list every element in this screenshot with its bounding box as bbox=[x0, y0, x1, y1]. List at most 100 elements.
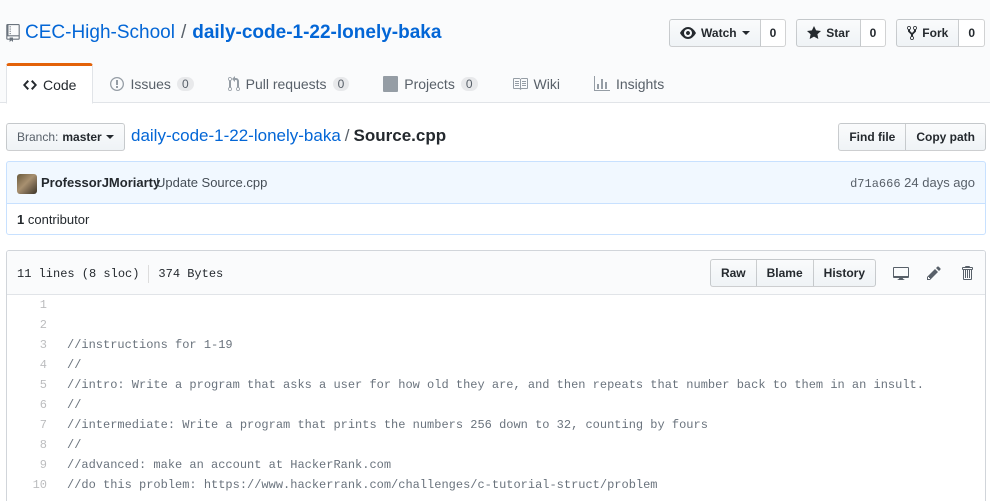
code-line: 2 bbox=[7, 315, 985, 335]
fork-count[interactable]: 0 bbox=[959, 19, 985, 47]
code-line: 6 // bbox=[7, 395, 985, 415]
file-line-count: 11 lines (8 sloc) bbox=[17, 267, 140, 281]
repo-nav: Code Issues 0 Pull requests 0 Projects 0… bbox=[6, 63, 681, 104]
contributor-label: contributor bbox=[27, 212, 90, 227]
tab-issues[interactable]: Issues 0 bbox=[93, 63, 210, 103]
tab-wiki[interactable]: Wiki bbox=[495, 63, 577, 103]
line-content: //intro: Write a program that asks a use… bbox=[67, 378, 924, 392]
line-number[interactable]: 9 bbox=[7, 458, 57, 472]
copy-path-button[interactable]: Copy path bbox=[906, 123, 986, 151]
repo-header: CEC-High-School / daily-code-1-22-lonely… bbox=[0, 0, 990, 104]
fork-button[interactable]: Fork bbox=[896, 19, 960, 47]
repo-title-separator: / bbox=[180, 22, 187, 43]
file-nav-buttons: Find file Copy path bbox=[838, 123, 986, 151]
line-number[interactable]: 3 bbox=[7, 338, 57, 352]
tab-insights[interactable]: Insights bbox=[577, 63, 681, 103]
code-line: 4 // bbox=[7, 355, 985, 375]
line-number[interactable]: 8 bbox=[7, 438, 57, 452]
line-content: //instructions for 1-19 bbox=[67, 338, 233, 352]
history-button[interactable]: History bbox=[813, 259, 876, 287]
code-line: 10 //do this problem: https://www.hackerr… bbox=[7, 475, 985, 495]
find-file-button[interactable]: Find file bbox=[838, 123, 907, 151]
file-info: 11 lines (8 sloc) 374 Bytes bbox=[17, 265, 223, 283]
line-number[interactable]: 7 bbox=[7, 418, 57, 432]
line-content: //do this problem: https://www.hackerran… bbox=[67, 478, 658, 492]
code-line: 7 //intermediate: Write a program that pr… bbox=[7, 415, 985, 435]
branch-select-button[interactable]: Branch: master bbox=[6, 123, 125, 151]
breadcrumb-file-name: Source.cpp bbox=[353, 126, 447, 145]
contributor-count: 1 bbox=[17, 212, 25, 227]
tab-code[interactable]: Code bbox=[6, 63, 94, 104]
file-viewer: 11 lines (8 sloc) 374 Bytes Raw Blame Hi… bbox=[6, 250, 986, 501]
line-number[interactable]: 10 bbox=[7, 478, 57, 492]
pull-requests-counter: 0 bbox=[332, 77, 350, 91]
commit-message-link[interactable]: Update Source.cpp bbox=[156, 175, 267, 190]
tab-projects-label: Projects bbox=[404, 76, 455, 92]
breadcrumb: daily-code-1-22-lonely-baka / Source.cpp bbox=[131, 126, 446, 146]
fork-group: Fork 0 bbox=[896, 19, 985, 47]
eye-icon bbox=[680, 27, 697, 39]
branch-name: master bbox=[62, 130, 102, 144]
repo-name-link[interactable]: daily-code-1-22-lonely-baka bbox=[192, 22, 441, 44]
fork-icon bbox=[907, 25, 918, 41]
issues-counter: 0 bbox=[176, 77, 194, 91]
commit-tease: ProfessorJMoriarty Update Source.cpp d71… bbox=[6, 161, 986, 204]
fork-label: Fork bbox=[922, 26, 949, 40]
trash-icon[interactable] bbox=[959, 265, 975, 281]
code-line: 1 bbox=[7, 295, 985, 315]
line-number[interactable]: 6 bbox=[7, 398, 57, 412]
breadcrumb-repo-link[interactable]: daily-code-1-22-lonely-baka bbox=[131, 126, 341, 145]
line-number[interactable]: 4 bbox=[7, 358, 57, 372]
line-number[interactable]: 1 bbox=[7, 298, 57, 312]
file-header: 11 lines (8 sloc) 374 Bytes Raw Blame Hi… bbox=[7, 251, 985, 295]
desktop-icon[interactable] bbox=[893, 265, 909, 281]
raw-button[interactable]: Raw bbox=[709, 259, 757, 287]
graph-icon bbox=[593, 76, 610, 91]
branch-prefix: Branch: bbox=[17, 130, 59, 144]
tab-code-label: Code bbox=[43, 76, 77, 93]
star-button[interactable]: Star bbox=[796, 19, 861, 47]
line-content: //advanced: make an account at HackerRan… bbox=[67, 458, 392, 472]
projects-counter: 0 bbox=[460, 77, 478, 91]
star-count[interactable]: 0 bbox=[860, 19, 887, 47]
code-line: 9 //advanced: make an account at HackerRa… bbox=[7, 455, 985, 475]
file-actions: Raw Blame History bbox=[709, 259, 975, 287]
code-blob: 1 2 3 //instructions for 1-19 4 // 5 //intr… bbox=[7, 295, 985, 495]
contributors-summary[interactable]: 1 contributor bbox=[17, 212, 89, 227]
code-line: 5 //intro: Write a program that asks a us… bbox=[7, 375, 985, 395]
pencil-icon[interactable] bbox=[926, 265, 942, 281]
watch-count[interactable]: 0 bbox=[760, 19, 787, 47]
tab-issues-label: Issues bbox=[130, 76, 171, 92]
line-content: //intermediate: Write a program that pri… bbox=[67, 418, 708, 432]
repo-icon bbox=[6, 24, 20, 42]
file-navigation: Branch: master daily-code-1-22-lonely-ba… bbox=[6, 123, 986, 151]
line-number[interactable]: 5 bbox=[7, 378, 57, 392]
code-line: 8 // bbox=[7, 435, 985, 455]
code-line: 3 //instructions for 1-19 bbox=[7, 335, 985, 355]
pull-request-icon bbox=[227, 76, 240, 92]
repo-owner-link[interactable]: CEC-High-School bbox=[25, 22, 175, 44]
star-icon bbox=[807, 26, 822, 39]
watch-button[interactable]: Watch bbox=[669, 19, 761, 47]
commit-meta: d71a666 24 days ago bbox=[850, 175, 975, 191]
commit-sha-link[interactable]: d71a666 bbox=[850, 177, 900, 191]
repo-actions: Watch 0 Star 0 Fork 0 bbox=[669, 19, 985, 47]
commit-age: 24 days ago bbox=[904, 175, 975, 190]
watch-group: Watch 0 bbox=[669, 19, 787, 47]
chevron-down-icon bbox=[741, 31, 750, 35]
line-content: // bbox=[67, 438, 82, 452]
star-group: Star 0 bbox=[796, 19, 887, 47]
avatar[interactable] bbox=[17, 174, 37, 194]
blame-button[interactable]: Blame bbox=[756, 259, 814, 287]
project-icon bbox=[383, 76, 399, 92]
tab-projects[interactable]: Projects 0 bbox=[366, 63, 494, 103]
tab-pull-requests[interactable]: Pull requests 0 bbox=[211, 63, 367, 103]
line-content: // bbox=[67, 398, 82, 412]
line-number[interactable]: 2 bbox=[7, 318, 57, 332]
commit-author-link[interactable]: ProfessorJMoriarty bbox=[41, 175, 160, 190]
issue-icon bbox=[110, 77, 125, 91]
watch-label: Watch bbox=[701, 26, 737, 40]
breadcrumb-separator: / bbox=[344, 126, 350, 145]
file-size: 374 Bytes bbox=[158, 267, 224, 281]
tab-insights-label: Insights bbox=[615, 76, 665, 92]
